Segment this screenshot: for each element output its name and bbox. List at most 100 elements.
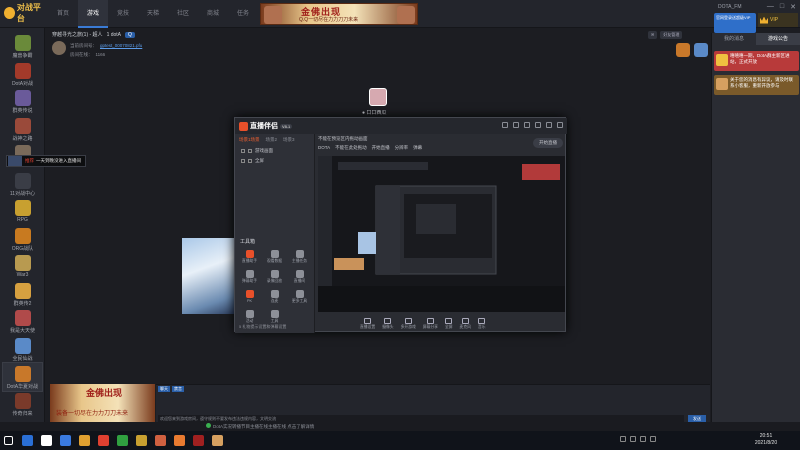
sidebar-game-item[interactable]: 群英传2 [2, 280, 43, 310]
start-icon[interactable] [4, 436, 13, 445]
mail-icon[interactable]: ✉ [648, 31, 658, 39]
chat-tab-chat[interactable]: 聊天 [158, 386, 170, 392]
taskbar-app-icon[interactable] [174, 435, 185, 446]
username[interactable]: DOTA_FM [718, 4, 742, 10]
tool-item[interactable]: 弹幕助手 [237, 270, 262, 284]
eye-icon[interactable] [241, 149, 245, 153]
trophy-icon[interactable] [694, 43, 708, 57]
eye-icon[interactable] [241, 159, 245, 163]
tool-item[interactable]: 直播助手 [237, 250, 262, 264]
room-badge[interactable]: Q [125, 31, 135, 38]
tool-item[interactable]: 更多工具 [287, 290, 312, 304]
nav-tab[interactable]: 商城 [198, 0, 228, 28]
sidebar-game-item[interactable]: 我是大天使 [2, 307, 43, 337]
nav-tab[interactable]: 游戏 [78, 0, 108, 28]
sidebar-game-item[interactable]: ORG战队 [2, 225, 43, 255]
sidebar-game-item[interactable]: 战神之路 [2, 115, 43, 145]
platform-logo[interactable]: 对战平台 [4, 3, 46, 23]
tool-item[interactable]: 观看数据 [262, 250, 287, 264]
scene-tab[interactable]: 场景2 [266, 137, 278, 143]
scene-tab[interactable]: 场景3 [283, 137, 295, 143]
chat-tab-mute[interactable]: 禁言 [172, 386, 184, 392]
ime-icon[interactable] [650, 436, 656, 442]
game-thumbnail[interactable] [182, 238, 236, 314]
sidebar-game-item[interactable]: 传奇归来 [2, 390, 43, 420]
app-toolbar-button[interactable]: 摄像头 [382, 317, 394, 330]
preview-tab[interactable]: 开始直播 [372, 145, 390, 151]
tray-up-icon[interactable] [620, 436, 626, 442]
message-icon[interactable] [513, 122, 519, 128]
app-toolbar-button[interactable]: 全屏 [445, 317, 453, 330]
app-toolbar-button[interactable]: 麦克风 [460, 317, 471, 330]
tool-item[interactable]: 连麦 [262, 290, 287, 304]
taskbar-app-icon[interactable] [193, 435, 204, 446]
top-ad-banner[interactable]: 金佛出现 Q.Q一切尽在力力刀刀未来 [260, 3, 418, 25]
scene-item[interactable]: 游戏画面 [235, 146, 314, 156]
minimize-icon[interactable]: — [767, 3, 774, 11]
rank-icon[interactable] [676, 43, 690, 57]
chat-ad-banner[interactable]: 金佛出现 装备一切尽在力力刀刀未来 [50, 384, 155, 422]
send-button[interactable]: 发送 [688, 415, 706, 422]
sidebar-game-item[interactable]: DotA对战 [2, 60, 43, 90]
notice-item[interactable]: 关于您的消息有异议，请及时联系小客服，重新开放参与 [714, 75, 799, 95]
nav-tab[interactable]: 天梯 [138, 0, 168, 28]
maximize-icon[interactable]: □ [780, 3, 784, 11]
maximize-icon[interactable] [546, 122, 552, 128]
lock-icon[interactable] [248, 159, 252, 163]
taskbar-app-icon[interactable] [98, 435, 109, 446]
taskbar-app-icon[interactable] [60, 435, 71, 446]
room-id-link[interactable]: gptest_00070821.pfu [100, 43, 142, 48]
volume-icon[interactable] [640, 436, 646, 442]
nav-tab[interactable]: 首页 [48, 0, 78, 28]
sidebar-game-item[interactable]: RPG [2, 197, 43, 227]
taskbar-app-icon[interactable] [117, 435, 128, 446]
tool-item[interactable]: 活动 [237, 310, 262, 324]
nav-tab[interactable]: 竞技 [108, 0, 138, 28]
taskbar-clock[interactable]: 20:51 2021/8/20 [746, 433, 786, 447]
vip-badge[interactable]: VIP [758, 13, 798, 27]
scene-tab[interactable]: 场景1场景 [239, 137, 260, 143]
right-panel-tab[interactable]: 我的消息 [712, 33, 756, 45]
preview-tab[interactable]: 弹幕 [413, 145, 422, 151]
skin-icon[interactable] [524, 122, 530, 128]
sidebar-game-item[interactable]: 全民仙战 [2, 335, 43, 365]
tool-item[interactable]: 直播间 [287, 270, 312, 284]
go-live-button[interactable]: 开始直播 [533, 138, 563, 148]
nav-tab[interactable]: 社区 [168, 0, 198, 28]
preview-tab[interactable]: DOTA [318, 145, 330, 151]
app-tip[interactable]: 5 礼物提示设置和弹幕设置 [239, 324, 286, 330]
sidebar-game-item[interactable]: 魔兽争霸 [2, 32, 43, 62]
settings-icon[interactable] [502, 122, 508, 128]
tool-item[interactable]: 录像回放 [262, 270, 287, 284]
sidebar-game-item[interactable]: DotA华夏对战 [2, 362, 43, 392]
app-toolbar-button[interactable]: 多开游戏 [401, 317, 416, 330]
network-icon[interactable] [630, 436, 636, 442]
sidebar-game-item[interactable]: 11对战中心 [2, 170, 43, 200]
right-panel-tab[interactable]: 游戏公告 [756, 33, 800, 45]
minimize-icon[interactable] [535, 122, 541, 128]
chat-input[interactable]: 欢迎您来到游戏房间，遵守规则不要发布违法违规内容，文明交流 [158, 415, 684, 422]
close-icon[interactable] [557, 122, 563, 128]
close-icon[interactable]: ✕ [790, 3, 796, 11]
app-toolbar-button[interactable]: 直播设置 [360, 317, 375, 330]
tool-item[interactable]: 主播任务 [287, 250, 312, 264]
room-avatar[interactable] [52, 41, 66, 55]
preview-tab[interactable]: 分辨率 [395, 145, 409, 151]
anchor-avatar[interactable] [369, 88, 387, 106]
lock-icon[interactable] [248, 149, 252, 153]
sidebar-game-item[interactable]: War3 [2, 252, 43, 282]
scene-item[interactable]: 全屏 [235, 156, 314, 166]
tool-item[interactable]: 工具 [262, 310, 287, 324]
preview-tab[interactable]: 不能在此处拖动 [335, 145, 367, 151]
sidebar-game-item[interactable]: 群英传说 [2, 87, 43, 117]
notice-item[interactable]: 嘻嘻嘻一期，DotA群主新区进站，正式开放 [714, 51, 799, 71]
taskbar-app-icon[interactable] [22, 435, 33, 446]
tool-item[interactable]: PK [237, 290, 262, 304]
anchor-name[interactable]: ● 口口西瓜 [362, 109, 386, 116]
app-toolbar-button[interactable]: 屏幕分享 [423, 317, 438, 330]
taskbar-app-icon[interactable] [41, 435, 52, 446]
taskbar-app-icon[interactable] [212, 435, 223, 446]
taskbar-app-icon[interactable] [155, 435, 166, 446]
app-toolbar-button[interactable]: 音乐 [478, 317, 486, 330]
promo-badge[interactable]: 官网登录送超级VIP [714, 13, 756, 33]
